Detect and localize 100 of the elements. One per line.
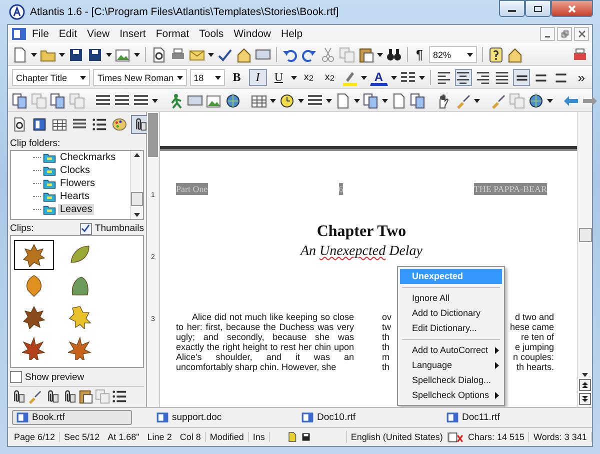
document-tab[interactable]: Doc10.rtf: [297, 410, 442, 425]
caret-icon[interactable]: [106, 52, 112, 56]
folder-item[interactable]: Leaves: [58, 204, 94, 215]
page-icon[interactable]: [391, 92, 407, 108]
thumbnails-checkbox[interactable]: Thumbnails: [80, 222, 144, 234]
pages-icon[interactable]: [410, 92, 426, 108]
menu-item[interactable]: Help: [276, 28, 308, 40]
minimize-button[interactable]: [540, 27, 555, 41]
more-button[interactable]: »: [574, 70, 588, 85]
menu-item[interactable]: File: [27, 28, 54, 40]
restore-button[interactable]: [557, 27, 572, 41]
clock-icon[interactable]: [279, 92, 295, 108]
menu-item[interactable]: Add to Dictionary: [400, 306, 502, 321]
house-icon[interactable]: [506, 46, 523, 62]
menu-item[interactable]: Insert: [114, 28, 151, 40]
caret-icon[interactable]: [360, 76, 367, 80]
zoom-dropdown[interactable]: 82%: [428, 46, 477, 63]
folder-item[interactable]: Flowers: [58, 178, 98, 189]
close-button[interactable]: [551, 0, 593, 17]
menu-item[interactable]: Add to AutoCorrect: [400, 343, 502, 358]
font-color-button[interactable]: A: [370, 70, 388, 86]
previous-page-icon[interactable]: [579, 379, 591, 391]
monitor-icon[interactable]: [255, 46, 271, 62]
brush-icon[interactable]: [455, 92, 471, 108]
pages-icon[interactable]: [12, 92, 28, 108]
printer-icon[interactable]: [572, 46, 588, 62]
menu-item[interactable]: Ignore All: [400, 291, 502, 306]
menu-item[interactable]: Edit Dictionary...: [400, 321, 502, 336]
paragraph-mark-button[interactable]: ¶: [413, 47, 426, 62]
folder-item[interactable]: Checkmarks: [58, 152, 118, 163]
scroll-up-icon[interactable]: [134, 153, 140, 157]
line-spacing-button[interactable]: [513, 69, 530, 86]
style-dropdown[interactable]: Chapter Title: [12, 69, 90, 86]
caret-icon[interactable]: [270, 98, 276, 102]
scrollbar-thumb[interactable]: [131, 192, 143, 206]
caret-icon[interactable]: [59, 52, 65, 56]
pages-icon[interactable]: [363, 92, 379, 108]
menu-item[interactable]: Format: [150, 28, 194, 40]
folder-item[interactable]: Hearts: [58, 191, 92, 202]
cut-icon[interactable]: [320, 46, 336, 62]
caret-icon[interactable]: [290, 76, 297, 80]
help-icon[interactable]: [488, 46, 504, 62]
alignment-button[interactable]: [494, 69, 510, 86]
caret-icon[interactable]: [208, 52, 214, 56]
insert-picture-icon[interactable]: [115, 46, 131, 62]
print-preview-icon[interactable]: [151, 46, 167, 62]
document-tab[interactable]: support.doc: [152, 410, 297, 425]
menu-item[interactable]: View: [82, 28, 115, 40]
caret-icon[interactable]: [354, 98, 360, 102]
format-button[interactable]: B: [228, 69, 246, 86]
marker-icon[interactable]: [490, 92, 506, 108]
scrollbar-thumb[interactable]: [578, 228, 592, 242]
scroll-down-icon[interactable]: [582, 373, 588, 377]
spellcheck-icon[interactable]: [217, 46, 233, 62]
page-icon[interactable]: [335, 92, 351, 108]
find-icon[interactable]: [386, 46, 402, 62]
globe-icon[interactable]: [225, 92, 241, 108]
house-icon[interactable]: [236, 46, 252, 62]
caret-icon[interactable]: [390, 76, 397, 80]
new-document-icon[interactable]: [12, 46, 28, 62]
caret-icon[interactable]: [418, 76, 425, 80]
caret-icon[interactable]: [134, 52, 140, 56]
show-preview-checkbox[interactable]: Show preview: [10, 371, 144, 383]
format-button[interactable]: U: [270, 69, 288, 86]
document-tab[interactable]: Book.rtf: [12, 410, 132, 425]
document-tab[interactable]: Doc11.rtf: [442, 410, 587, 425]
caret-icon[interactable]: [474, 98, 480, 102]
menu-item[interactable]: Tools: [194, 28, 229, 40]
frame-icon[interactable]: [206, 92, 222, 108]
menu-item[interactable]: Spellcheck Dialog...: [400, 373, 502, 388]
scroll-down-icon[interactable]: [134, 213, 140, 217]
alignment-button[interactable]: [436, 69, 452, 86]
menu-item[interactable]: Window: [228, 28, 276, 40]
close-button[interactable]: [574, 27, 589, 41]
pages-icon[interactable]: [50, 92, 66, 108]
format-button[interactable]: I: [248, 69, 267, 86]
alignment-button[interactable]: [474, 69, 491, 86]
menu-item[interactable]: Language: [400, 358, 502, 373]
paste-icon[interactable]: [358, 46, 374, 62]
menu-item[interactable]: Edit: [54, 28, 82, 40]
frame-icon[interactable]: [187, 92, 203, 108]
leaf-clip[interactable]: [14, 240, 54, 270]
caret-icon[interactable]: [382, 98, 388, 102]
menu-item[interactable]: Spellcheck Options: [400, 388, 502, 403]
next-page-icon[interactable]: [579, 393, 591, 405]
caret-icon[interactable]: [152, 98, 158, 102]
alignment-button[interactable]: [455, 69, 472, 86]
caret-icon[interactable]: [547, 98, 553, 102]
scrollbar[interactable]: [577, 112, 592, 407]
highlighter-icon[interactable]: [342, 70, 358, 86]
caret-icon[interactable]: [326, 98, 332, 102]
maximize-button[interactable]: [525, 0, 551, 17]
caret-icon[interactable]: [377, 52, 383, 56]
folder-item[interactable]: Clocks: [58, 165, 92, 176]
caret-icon[interactable]: [31, 52, 37, 56]
scrollbar[interactable]: [130, 151, 143, 219]
globe-icon[interactable]: [528, 92, 544, 108]
save-all-icon[interactable]: [87, 46, 103, 62]
font-size-dropdown[interactable]: 18: [190, 69, 225, 86]
caret-icon[interactable]: [298, 98, 304, 102]
